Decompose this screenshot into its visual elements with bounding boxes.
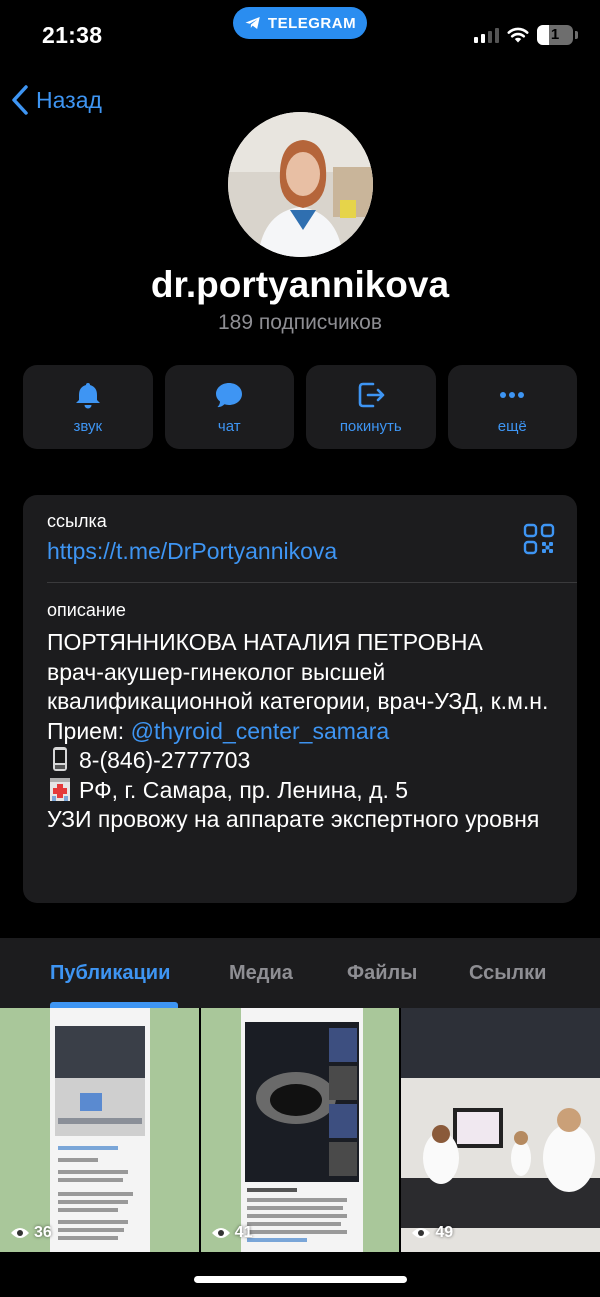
link-label: ссылка: [47, 511, 107, 531]
qr-code-icon[interactable]: [523, 523, 555, 555]
channel-link[interactable]: https://t.me/DrPortyannikova: [47, 538, 337, 565]
telegram-pill[interactable]: TELEGRAM: [233, 7, 367, 39]
view-count: 41: [211, 1224, 253, 1242]
battery-icon: 1: [537, 25, 573, 45]
eye-icon: [211, 1228, 230, 1238]
reception-mention-link[interactable]: @thyroid_center_samara: [131, 718, 390, 744]
reception-prefix: Прием:: [47, 717, 131, 744]
eye-icon: [11, 1228, 29, 1238]
more-dots-icon: [500, 391, 525, 398]
chat-button[interactable]: чат: [164, 365, 294, 449]
chat-button-label: чат: [217, 417, 241, 435]
phone-number[interactable]: 8-(846)-2777703: [79, 747, 250, 773]
description-last-line: УЗИ провожу на аппарате экспертного уров…: [47, 806, 540, 832]
post-thumbnail-image: [0, 1008, 199, 1252]
hospital-icon: [50, 777, 70, 801]
post-thumbnail-image: [200, 1008, 400, 1252]
description-address: РФ, г. Самара, пр. Ленина, д. 5: [47, 776, 562, 806]
wifi-icon: [507, 27, 529, 43]
leave-icon: [358, 382, 385, 407]
back-button[interactable]: Назад: [10, 84, 102, 116]
channel-info-card: ссылка https://t.me/DrPortyannikova опис…: [23, 495, 577, 903]
media-grid: 36 41 49: [0, 1008, 600, 1252]
battery-tip: [575, 31, 578, 39]
post-thumbnail-image: [401, 1008, 600, 1252]
content-tabs: Публикации Медиа Файлы Ссылки: [0, 938, 600, 1008]
view-count: 36: [10, 1224, 52, 1242]
info-divider: [47, 582, 577, 583]
address-text: РФ, г. Самара, пр. Ленина, д. 5: [79, 776, 409, 803]
sound-button-label: звук: [73, 417, 103, 435]
status-time: 21:38: [42, 22, 103, 48]
signal-icon: [474, 27, 499, 43]
chevron-left-icon: [12, 85, 28, 115]
avatar-photo: [228, 112, 373, 257]
channel-name: dr.portyannikova: [150, 264, 450, 305]
telegram-icon: [245, 17, 260, 29]
view-count: 49: [411, 1224, 453, 1242]
chat-bubble-icon: [216, 382, 243, 407]
channel-avatar[interactable]: [228, 112, 373, 257]
tab-files[interactable]: Файлы: [347, 962, 417, 985]
tab-links[interactable]: Ссылки: [469, 962, 546, 985]
media-thumbnail[interactable]: 41: [200, 1008, 400, 1252]
view-count-value: 36: [34, 1224, 52, 1241]
bell-icon: [75, 382, 100, 408]
bottom-safe-area: [0, 1252, 600, 1297]
telegram-pill-label: TELEGRAM: [267, 14, 357, 32]
mobile-phone-icon: [53, 747, 67, 771]
back-label: Назад: [36, 86, 102, 113]
description-reception: Прием: @thyroid_center_samara: [47, 717, 562, 747]
tab-publications[interactable]: Публикации: [50, 962, 170, 985]
description-phone: 8-(846)-2777703: [47, 746, 562, 776]
status-bar: 21:38 TELEGRAM 1: [0, 0, 600, 70]
action-buttons: звук чат покинуть ещё: [23, 365, 577, 449]
description-name: ПОРТЯННИКОВА НАТАЛИЯ ПЕТРОВНА: [47, 629, 483, 655]
more-button[interactable]: ещё: [447, 365, 577, 449]
view-count-value: 49: [435, 1224, 454, 1241]
view-count-value: 41: [234, 1224, 253, 1241]
media-thumbnail[interactable]: 36: [0, 1008, 199, 1252]
tab-media[interactable]: Медиа: [229, 962, 293, 985]
description-label: описание: [47, 600, 126, 620]
battery-level: 1: [550, 26, 560, 43]
sound-button[interactable]: звук: [23, 365, 153, 449]
channel-description: ПОРТЯННИКОВА НАТАЛИЯ ПЕТРОВНА врач-акуше…: [47, 628, 562, 835]
more-button-label: ещё: [497, 417, 527, 435]
leave-button[interactable]: покинуть: [306, 365, 436, 449]
leave-button-label: покинуть: [339, 417, 402, 435]
eye-icon: [412, 1228, 431, 1238]
description-title: врач-акушер-гинеколог высшей квалификаци…: [47, 658, 549, 715]
media-thumbnail[interactable]: 49: [401, 1008, 600, 1252]
home-indicator[interactable]: [194, 1276, 407, 1283]
subscriber-count: 189 подписчиков: [217, 311, 382, 334]
